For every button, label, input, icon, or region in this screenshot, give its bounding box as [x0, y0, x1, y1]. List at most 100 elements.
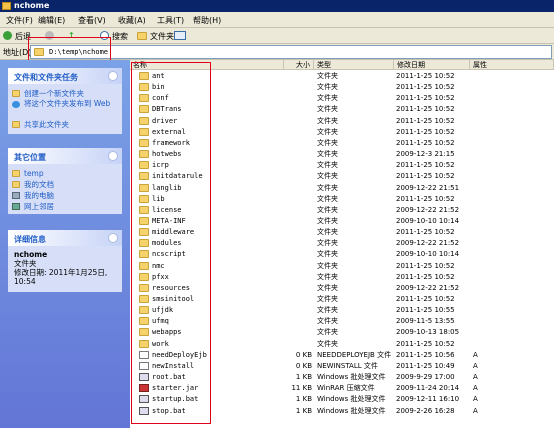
panel-title: 文件和文件夹任务	[14, 73, 78, 82]
file-type: 文件夹	[317, 150, 338, 159]
file-type: 文件夹	[317, 94, 338, 103]
folders-button[interactable]: 文件夹	[150, 31, 174, 42]
file-date: 2011-1-25 10:52	[396, 94, 455, 103]
panel-other-places: 其它位置 temp 我的文档 我的电脑 网上邻居	[8, 148, 122, 214]
file-type: 文件夹	[317, 194, 338, 203]
details-type: 文件夹	[14, 259, 37, 268]
file-type: 文件夹	[317, 228, 338, 237]
views-icon[interactable]	[174, 31, 186, 40]
place-label: 我的电脑	[24, 191, 54, 200]
column-header-attr[interactable]: 属性	[470, 60, 554, 70]
menu-view[interactable]: 查看(V)	[78, 15, 106, 26]
file-date: 2009-12-11 16:10	[396, 395, 460, 404]
menu-favorites[interactable]: 收藏(A)	[118, 15, 146, 26]
menu-tools[interactable]: 工具(T)	[157, 15, 184, 26]
task-label: 创建一个新文件夹	[24, 89, 84, 98]
column-header-type[interactable]: 类型	[314, 60, 394, 70]
details-modified: 修改日期: 2011年1月25日, 10:54	[14, 268, 108, 286]
file-date: 2009-12-22 21:52	[396, 205, 460, 214]
file-date: 2009-12-22 21:51	[396, 183, 460, 192]
file-date: 2011-1-25 10:52	[396, 272, 455, 281]
window-title-bar[interactable]: nchome	[0, 0, 554, 12]
file-type: 文件夹	[317, 261, 338, 270]
file-date: 2009-12-22 21:52	[396, 239, 460, 248]
folders-icon[interactable]	[137, 32, 147, 40]
file-attr: A	[473, 361, 478, 370]
file-size: 1 KB	[295, 395, 312, 404]
share-folder-icon	[12, 121, 20, 128]
place-my-computer[interactable]: 我的电脑	[8, 190, 122, 201]
file-type: 文件夹	[317, 317, 338, 326]
file-attr: A	[473, 395, 478, 404]
column-header-date[interactable]: 修改日期	[394, 60, 470, 70]
file-type: Windows 批处理文件	[317, 406, 386, 415]
menu-edit[interactable]: 编辑(E)	[38, 15, 65, 26]
network-icon	[12, 203, 20, 210]
file-size: 1 KB	[295, 373, 312, 382]
documents-icon	[12, 181, 20, 188]
file-date: 2011-1-25 10:52	[396, 83, 455, 92]
file-attr: A	[473, 373, 478, 382]
highlight-file-list	[131, 62, 211, 424]
file-date: 2009-10-10 10:14	[396, 250, 460, 259]
file-attr: A	[473, 350, 478, 359]
place-network[interactable]: 网上邻居	[8, 201, 122, 212]
globe-icon	[12, 101, 20, 108]
file-type: 文件夹	[317, 272, 338, 281]
task-share-folder[interactable]: 共享此文件夹	[8, 119, 122, 130]
file-date: 2011-1-25 10:52	[396, 138, 455, 147]
file-type: 文件夹	[317, 283, 338, 292]
computer-icon	[12, 192, 20, 199]
column-header-size[interactable]: 大小	[284, 60, 314, 70]
back-arrow-icon[interactable]	[3, 31, 12, 40]
file-type: 文件夹	[317, 161, 338, 170]
task-label: 将这个文件夹发布到 Web	[24, 99, 111, 108]
file-date: 2009-10-10 10:14	[396, 216, 460, 225]
collapse-icon[interactable]	[108, 151, 118, 161]
file-date: 2011-1-25 10:52	[396, 339, 455, 348]
file-size: 0 KB	[295, 361, 312, 370]
menu-help[interactable]: 帮助(H)	[193, 15, 221, 26]
file-date: 2009-2-26 16:28	[396, 406, 455, 415]
file-type: 文件夹	[317, 127, 338, 136]
file-type: 文件夹	[317, 328, 338, 337]
task-new-folder[interactable]: 创建一个新文件夹	[8, 88, 122, 99]
panel-title: 详细信息	[14, 235, 46, 244]
menu-file[interactable]: 文件(F)	[6, 15, 33, 26]
file-type: 文件夹	[317, 339, 338, 348]
place-temp[interactable]: temp	[8, 168, 122, 179]
file-size: 11 KB	[291, 384, 312, 393]
file-date: 2011-1-25 10:52	[396, 116, 455, 125]
file-type: 文件夹	[317, 172, 338, 181]
panel-header[interactable]: 其它位置	[8, 148, 122, 164]
place-my-documents[interactable]: 我的文档	[8, 179, 122, 190]
collapse-icon[interactable]	[108, 71, 118, 81]
panel-header[interactable]: 文件和文件夹任务	[8, 68, 122, 84]
file-date: 2011-1-25 10:52	[396, 105, 455, 114]
file-date: 2011-1-25 10:52	[396, 127, 455, 136]
search-button[interactable]: 搜索	[112, 31, 128, 42]
file-attr: A	[473, 406, 478, 415]
file-type: 文件夹	[317, 183, 338, 192]
file-type: 文件夹	[317, 72, 338, 80]
file-date: 2009-10-13 18:05	[396, 328, 460, 337]
file-type: 文件夹	[317, 239, 338, 248]
file-date: 2011-1-25 10:52	[396, 161, 455, 170]
collapse-icon[interactable]	[108, 233, 118, 243]
file-date: 2009-12-22 21:52	[396, 283, 460, 292]
panel-header[interactable]: 详细信息	[8, 230, 122, 246]
details-name: nchome	[14, 250, 48, 259]
file-date: 2011-1-25 10:52	[396, 295, 455, 303]
window-title: nchome	[14, 1, 50, 10]
file-type: 文件夹	[317, 216, 338, 225]
file-date: 2009-11-5 13:55	[396, 317, 455, 326]
task-pane: 文件和文件夹任务 创建一个新文件夹 将这个文件夹发布到 Web 共享此文件夹 其…	[0, 60, 130, 428]
file-type: 文件夹	[317, 138, 338, 147]
file-type: 文件夹	[317, 250, 338, 259]
place-label: temp	[24, 169, 44, 178]
file-date: 2011-1-25 10:52	[396, 194, 455, 203]
file-date: 2011-1-25 10:52	[396, 228, 455, 237]
panel-file-tasks: 文件和文件夹任务 创建一个新文件夹 将这个文件夹发布到 Web 共享此文件夹	[8, 68, 122, 134]
task-publish-web[interactable]: 将这个文件夹发布到 Web	[8, 99, 122, 119]
place-label: 网上邻居	[24, 202, 54, 211]
